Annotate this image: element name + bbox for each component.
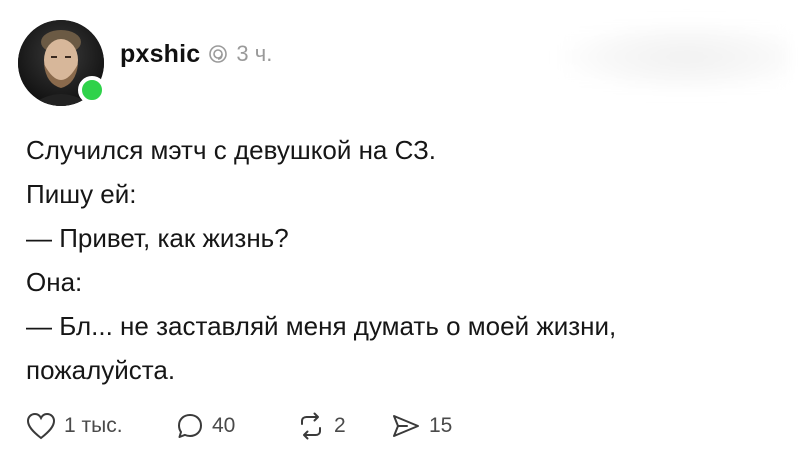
comment-count: 40 xyxy=(212,414,236,437)
post-line: пожалуйста. xyxy=(26,355,176,385)
share-button[interactable]: 15 xyxy=(391,412,481,440)
like-button[interactable]: 1 тыс. xyxy=(26,412,176,440)
threads-badge-icon xyxy=(208,44,228,64)
post-line: Пишу ей: xyxy=(26,179,137,209)
post-line: Она: xyxy=(26,267,83,297)
online-status-dot xyxy=(78,76,106,104)
share-count: 15 xyxy=(429,414,453,437)
action-bar: 1 тыс. 40 2 15 xyxy=(26,412,481,440)
blurred-area xyxy=(560,22,790,92)
avatar-wrap[interactable] xyxy=(18,20,106,106)
post-header: pxshic 3 ч. xyxy=(18,18,272,108)
username-link[interactable]: pxshic xyxy=(120,40,200,69)
repost-count: 2 xyxy=(334,414,346,437)
send-icon xyxy=(393,415,419,437)
post-line: Случился мэтч с девушкой на СЗ. xyxy=(26,135,437,165)
repost-icon xyxy=(301,412,321,440)
repost-button[interactable]: 2 xyxy=(296,412,391,440)
post-text: Случился мэтч с девушкой на СЗ. Пишу ей:… xyxy=(26,128,766,392)
post-card: pxshic 3 ч. Случился мэтч с девушкой на … xyxy=(0,0,800,474)
post-line: — Бл... не заставляй меня думать о моей … xyxy=(26,311,617,341)
like-count: 1 тыс. xyxy=(64,414,123,437)
heart-icon xyxy=(26,412,56,440)
post-time: 3 ч. xyxy=(236,41,273,66)
comment-button[interactable]: 40 xyxy=(176,412,296,440)
post-line: — Привет, как жизнь? xyxy=(26,223,289,253)
post-meta: pxshic 3 ч. xyxy=(120,40,272,69)
comment-bubble-icon xyxy=(178,414,202,438)
